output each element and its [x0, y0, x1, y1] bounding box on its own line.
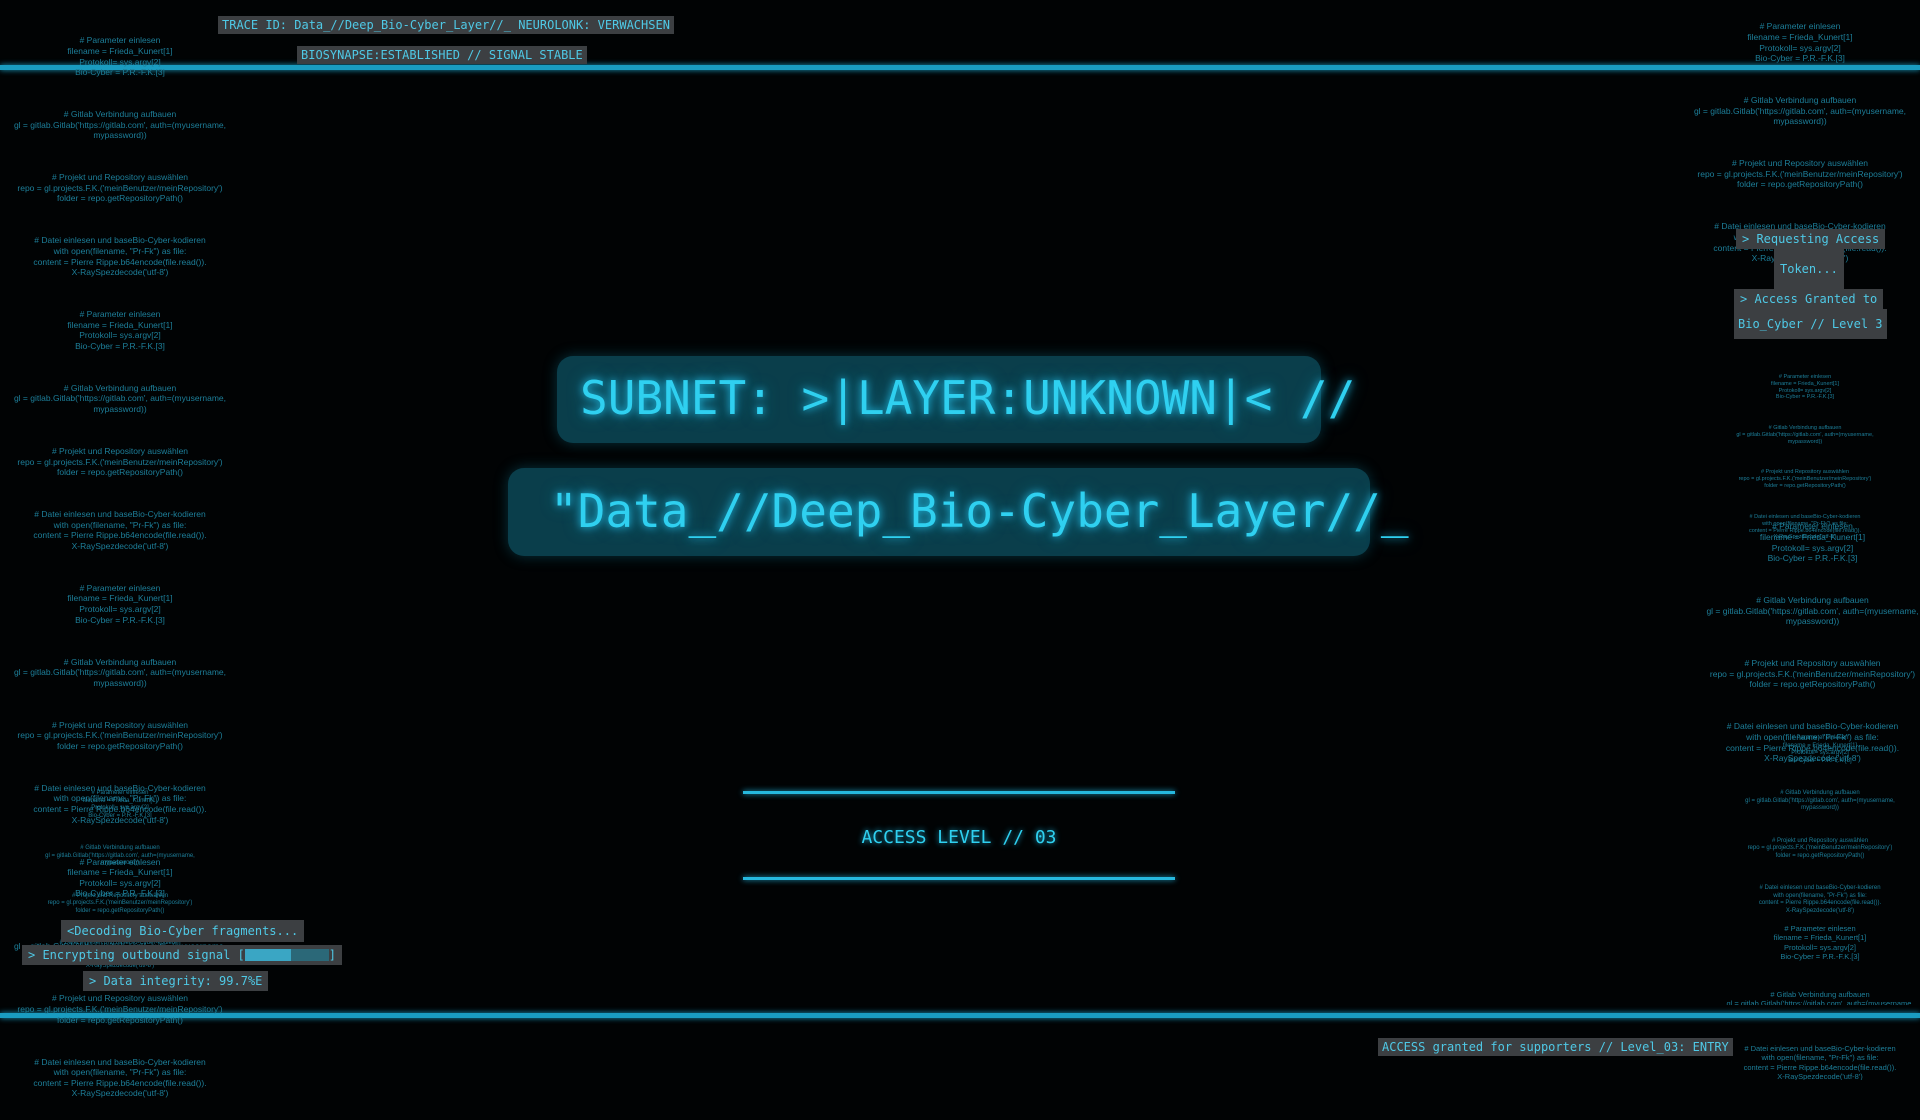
data-integrity-status: > Data integrity: 99.7%E: [83, 971, 269, 991]
code-block: # Projekt und Repository auswählen repo …: [1738, 469, 1872, 490]
code-block: # Projekt und Repository auswählen repo …: [1709, 658, 1916, 690]
access-level-top-line: [743, 791, 1175, 794]
code-block: # Parameter einlesen filename = Frieda_K…: [1782, 735, 1858, 764]
code-block: # Gitlab Verbindung aufbauen gl = gitlab…: [13, 109, 227, 141]
access-level-bottom-line: [743, 877, 1175, 880]
code-block: # Gitlab Verbindung aufbauen gl = gitlab…: [1693, 95, 1907, 127]
code-block: # Parameter einlesen filename = Frieda_K…: [1759, 521, 1866, 564]
code-block: # Gitlab Verbindung aufbauen gl = gitlab…: [1736, 425, 1874, 445]
footer-access-banner: ACCESS granted for supporters // Level_0…: [1378, 1038, 1733, 1056]
code-block: # Parameter einlesen filename = Frieda_K…: [67, 35, 173, 78]
code-block: # Projekt und Repository auswählen repo …: [17, 172, 223, 204]
code-block: # Projekt und Repository auswählen repo …: [1747, 837, 1893, 859]
code-block: # Parameter einlesen filename = Frieda_K…: [67, 309, 173, 351]
code-block: # Gitlab Verbindung aufbauen gl = gitlab…: [13, 382, 227, 414]
code-block: # Projekt und Repository auswählen repo …: [1697, 158, 1903, 190]
code-block: # Projekt und Repository auswählen repo …: [17, 445, 223, 478]
code-block: # Gitlab Verbindung aufbauen gl = gitlab…: [1706, 595, 1919, 627]
code-block: # Projekt und Repository auswählen repo …: [17, 993, 223, 1025]
code-block: # Parameter einlesen filename = Frieda_K…: [1773, 923, 1867, 961]
access-granted-line1: > Access Granted to: [1734, 289, 1884, 309]
code-block: # Datei einlesen und baseBio-Cyber-kodie…: [1743, 1043, 1897, 1080]
access-level-label: ACCESS LEVEL // 03: [861, 827, 1057, 848]
subnet-title: SUBNET: >|LAYER:UNKNOWN|< //: [580, 371, 1356, 425]
decoding-status: <Decoding Bio-Cyber fragments...: [61, 920, 305, 942]
code-block: # Datei einlesen und baseBio-Cyber-kodie…: [33, 235, 207, 278]
code-block: # Gitlab Verbindung aufbauen gl = gitlab…: [1745, 790, 1895, 811]
code-block: # Gitlab Verbindung aufbauen gl = gitlab…: [13, 656, 227, 688]
data-path-text: "Data_//Deep_Bio-Cyber_Layer//_: [550, 484, 1409, 538]
top-frame-bar: [0, 65, 1920, 70]
code-block: # Datei einlesen und baseBio-Cyber-kodie…: [33, 1056, 207, 1099]
bottom-frame-bar: [0, 1013, 1920, 1018]
encryption-progress-bar: [244, 949, 329, 961]
biosynapse-status: BIOSYNAPSE:ESTABLISHED // SIGNAL STABLE: [297, 46, 587, 64]
encrypting-bracket: ]: [328, 948, 336, 962]
code-block: # Gitlab Verbindung aufbauen gl = gitlab…: [45, 845, 195, 866]
requesting-access-line1: > Requesting Access: [1736, 229, 1886, 249]
requesting-access-line2: Token...: [1774, 249, 1844, 289]
access-granted-line2: Bio_Cyber // Level 3: [1734, 309, 1887, 339]
code-column-right-footer: # Datei einlesen und baseBio-Cyber-kodie…: [1730, 1025, 1910, 1080]
code-block: # Gitlab Verbindung aufbauen gl = gitlab…: [1726, 990, 1914, 1005]
code-block: # Projekt und Repository auswählen repo …: [47, 892, 193, 914]
code-block: # Projekt und Repository auswählen repo …: [17, 719, 223, 751]
code-block: # Parameter einlesen filename = Frieda_K…: [1747, 21, 1853, 64]
code-column-right-lower-small: # Parameter einlesen filename = Frieda_K…: [1740, 720, 1900, 933]
encrypting-status: > Encrypting outbound signal []: [22, 945, 342, 965]
trace-id-label: TRACE ID: Data_//Deep_Bio-Cyber_Layer//_…: [218, 16, 674, 34]
encryption-progress-fill: [244, 949, 291, 961]
encrypting-label: > Encrypting outbound signal [: [28, 948, 245, 962]
code-block: # Parameter einlesen filename = Frieda_K…: [82, 790, 158, 819]
code-column-right-bottom: # Parameter einlesen filename = Frieda_K…: [1720, 905, 1920, 1005]
code-block: # Parameter einlesen filename = Frieda_K…: [1770, 373, 1840, 401]
code-block: # Parameter einlesen filename = Frieda_K…: [67, 582, 173, 625]
code-block: # Datei einlesen und baseBio-Cyber-kodie…: [33, 509, 207, 551]
